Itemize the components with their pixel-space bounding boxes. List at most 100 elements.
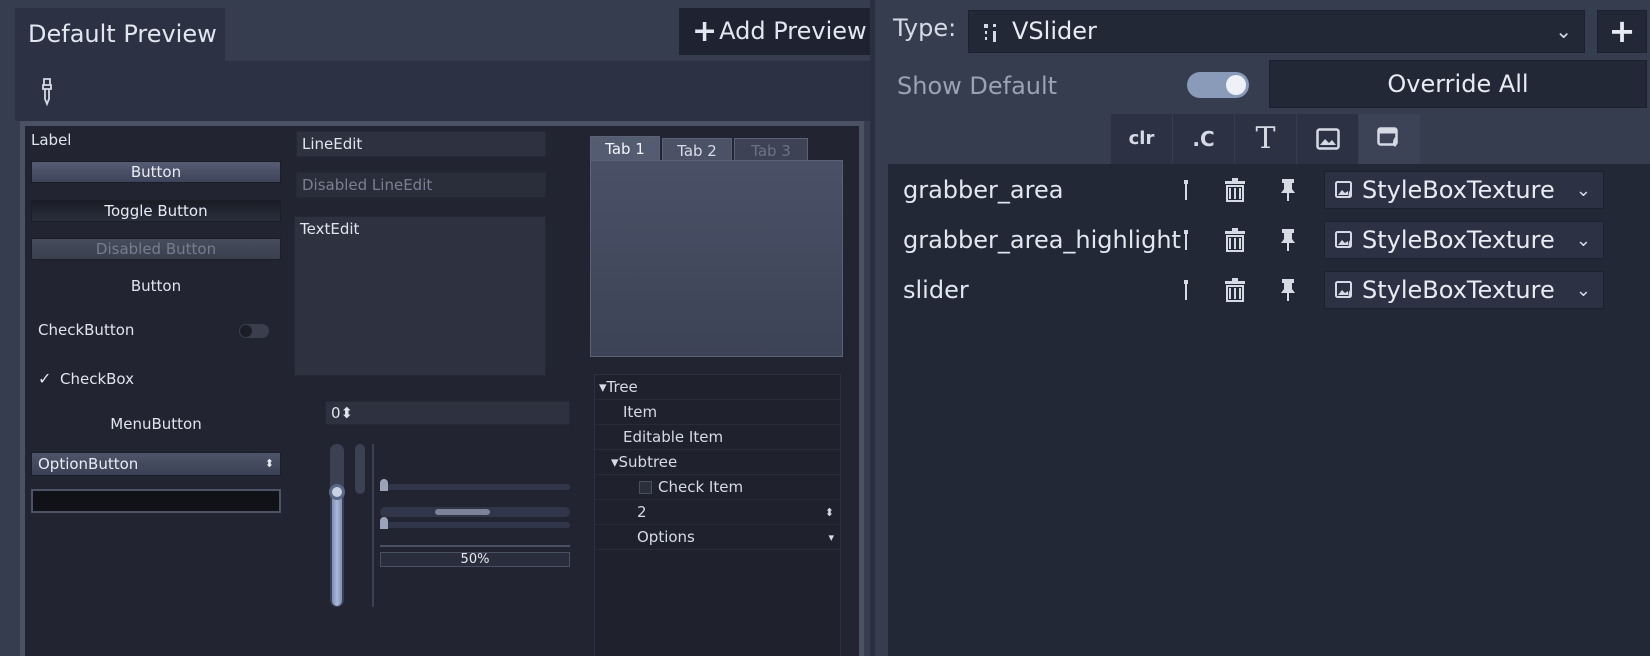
tree-row-item[interactable]: Item <box>595 400 840 425</box>
preview-frame: Label Button Toggle Button Disabled Butt… <box>20 121 864 656</box>
chevron-down-icon[interactable]: ⌄ <box>1576 280 1591 301</box>
tab-default-preview[interactable]: Default Preview <box>15 8 225 61</box>
updown-icon: ⬍ <box>264 457 274 470</box>
resource-type-label: StyleBoxTexture <box>1362 276 1555 304</box>
list-item: grabber_area_highlight StyleBoxTexture ⌄ <box>888 214 1650 264</box>
add-preview-label: Add Preview <box>719 17 867 45</box>
stylebox-texture-icon <box>1335 281 1352 298</box>
stylebox-icon <box>1376 127 1398 147</box>
override-all-button[interactable]: Override All <box>1269 60 1647 108</box>
tree-row-editable[interactable]: Editable Item <box>595 425 840 450</box>
tree-options-label: Options <box>637 528 695 546</box>
item-name: grabber_area_highlight <box>903 226 1181 254</box>
tab-panel <box>590 160 843 357</box>
spinbox-value: 0 <box>331 404 341 422</box>
preview-canvas: Label Button Toggle Button Disabled Butt… <box>25 126 859 656</box>
hscrollbar[interactable] <box>380 507 570 517</box>
disabled-line-edit: Disabled LineEdit <box>296 172 546 198</box>
tab-icons[interactable] <box>1297 114 1359 164</box>
tab-1[interactable]: Tab 1 <box>590 136 660 163</box>
collapse-arrow-icon[interactable]: ▾ <box>611 453 619 471</box>
tree-root-label: Tree <box>606 378 638 396</box>
resource-picker[interactable]: StyleBoxTexture ⌄ <box>1324 171 1604 209</box>
updown-icon[interactable]: ⬍ <box>825 500 834 525</box>
tree-row-subtree[interactable]: ▾Subtree <box>595 450 840 475</box>
tree-row-options[interactable]: Options ▾ <box>595 525 840 550</box>
pin-icon[interactable] <box>1277 178 1299 202</box>
tree-item-label: Item <box>623 403 658 421</box>
chevron-down-icon: ⌄ <box>1555 19 1572 43</box>
vseparator <box>372 444 374 607</box>
show-default-toggle[interactable] <box>1187 72 1249 98</box>
updown-icon[interactable]: ⬍ <box>341 404 354 422</box>
theme-editor-panel: Type: VSlider ⌄ + Show Default Override … <box>875 0 1650 656</box>
tab-colors[interactable]: clr <box>1111 114 1173 164</box>
tree-check-label: Check Item <box>658 478 744 496</box>
checkbox-label[interactable]: CheckBox <box>60 370 134 388</box>
trash-icon[interactable] <box>1224 178 1246 202</box>
menu-button[interactable]: MenuButton <box>31 415 281 433</box>
preview-button[interactable]: Button <box>31 161 281 183</box>
resource-picker[interactable]: StyleBoxTexture ⌄ <box>1324 271 1604 309</box>
rename-icon[interactable] <box>1175 278 1197 302</box>
tab-styleboxes[interactable] <box>1359 114 1421 164</box>
vscrollbar[interactable] <box>355 444 365 494</box>
tree-editable-label: Editable Item <box>623 428 724 446</box>
collapse-arrow-icon[interactable]: ▾ <box>599 378 607 396</box>
resource-type-label: StyleBoxTexture <box>1362 176 1555 204</box>
resource-picker[interactable]: StyleBoxTexture ⌄ <box>1324 221 1604 259</box>
trash-icon[interactable] <box>1224 228 1246 252</box>
text-edit[interactable]: TextEdit <box>294 216 546 376</box>
vslider[interactable] <box>329 444 345 607</box>
flat-button[interactable]: Button <box>31 277 281 295</box>
hslider-disabled <box>380 517 570 529</box>
tree-row-check[interactable]: Check Item <box>595 475 840 500</box>
tree[interactable]: ▾Tree Item Editable Item ▾Subtree Check … <box>594 374 841 656</box>
check-button-label[interactable]: CheckButton <box>38 321 134 339</box>
hslider[interactable] <box>380 479 570 491</box>
toggle-button[interactable]: Toggle Button <box>31 200 281 222</box>
type-select[interactable]: VSlider ⌄ <box>968 10 1585 53</box>
tab-fonts[interactable]: T <box>1235 114 1297 164</box>
label-control: Label <box>31 131 72 149</box>
check-button-toggle[interactable] <box>239 324 269 338</box>
vslider-fill <box>332 494 342 606</box>
pin-icon[interactable] <box>1277 228 1299 252</box>
option-button[interactable]: OptionButton ⬍ <box>31 452 281 476</box>
chevron-down-icon[interactable]: ▾ <box>828 525 834 550</box>
picker-toolbar <box>15 61 870 121</box>
tree-subtree-label: Subtree <box>618 453 678 471</box>
rename-icon[interactable] <box>1175 178 1197 202</box>
list-item: slider StyleBoxTexture ⌄ <box>888 264 1650 314</box>
toggle-knob <box>1226 75 1246 95</box>
hscrollbar-thumb[interactable] <box>435 509 490 515</box>
hslider-grabber[interactable] <box>380 479 388 491</box>
checkmark-icon[interactable]: ✓ <box>38 371 54 387</box>
chevron-down-icon[interactable]: ⌄ <box>1576 230 1591 251</box>
progress-bar: 50% <box>380 552 570 567</box>
constant-icon: .C <box>1192 127 1215 151</box>
add-type-button[interactable]: + <box>1597 10 1647 53</box>
rename-icon[interactable] <box>1175 228 1197 252</box>
add-preview-button[interactable]: +Add Preview <box>679 8 870 55</box>
show-default-label: Show Default <box>897 72 1058 100</box>
tab-constants[interactable]: .C <box>1173 114 1235 164</box>
trash-icon[interactable] <box>1224 278 1246 302</box>
chevron-down-icon[interactable]: ⌄ <box>1576 180 1591 201</box>
eyedropper-icon[interactable] <box>37 77 57 107</box>
option-button-label: OptionButton <box>38 455 139 473</box>
list-item: grabber_area StyleBoxTexture ⌄ <box>888 164 1650 214</box>
vslider-grabber[interactable] <box>329 484 345 500</box>
spinbox[interactable]: 0⬍ <box>325 401 570 425</box>
line-edit[interactable]: LineEdit <box>296 131 546 157</box>
preview-panel: Default Preview +Add Preview Label Butto… <box>0 0 870 656</box>
theme-item-list: grabber_area StyleBoxTexture ⌄ grabber_a… <box>888 164 1650 656</box>
type-label: Type: <box>893 14 957 42</box>
vslider-icon <box>984 24 996 42</box>
tree-row-root[interactable]: ▾Tree <box>595 375 840 400</box>
tree-row-range[interactable]: 2 ⬍ <box>595 500 840 525</box>
color-picker-button[interactable] <box>31 489 281 513</box>
checkbox-icon[interactable] <box>639 481 652 494</box>
image-icon <box>1315 128 1340 150</box>
pin-icon[interactable] <box>1277 278 1299 302</box>
